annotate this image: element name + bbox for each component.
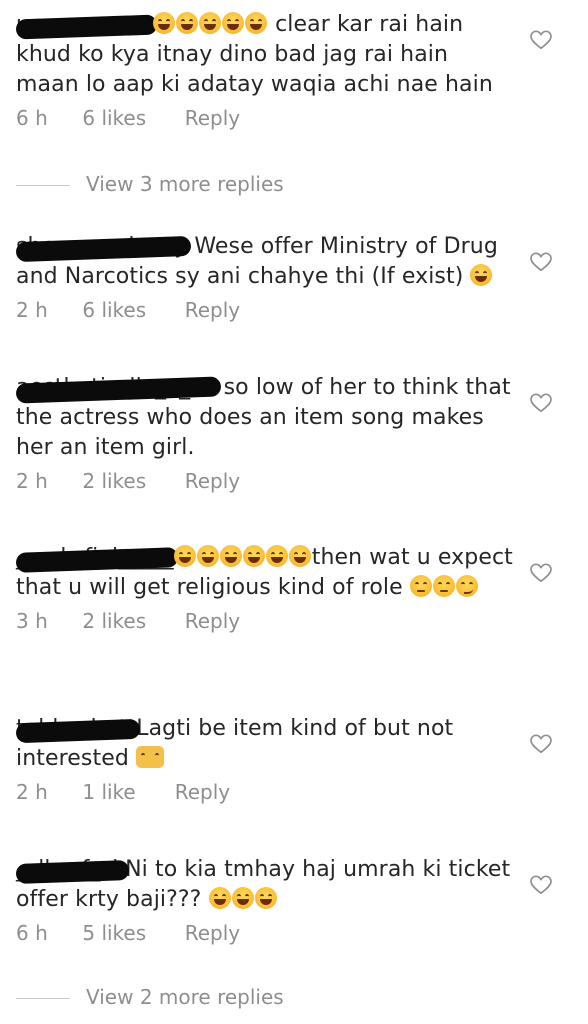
heart-outline-icon[interactable] — [530, 734, 552, 754]
comment: sheeren_cherry Wese offer Ministry of Dr… — [15, 232, 516, 328]
timestamp: 6 h — [16, 106, 48, 130]
redaction-scribble — [15, 718, 141, 744]
comment: __lbruf_zkNi to kia tmhay haj umrah ki t… — [15, 855, 516, 951]
comment-text: tabby_buttLagti be item kind of but not … — [15, 714, 516, 774]
comment: aesthetic_lly_x_xx so low of her to thin… — [15, 373, 516, 499]
timestamp: 3 h — [16, 609, 48, 633]
comment-meta: 2 h 2 likes Reply — [16, 469, 516, 499]
heart-outline-icon[interactable] — [530, 875, 552, 895]
laughing-emoji-icon — [208, 887, 278, 912]
reply-button[interactable]: Reply — [185, 298, 240, 322]
view-more-replies-label[interactable]: View 3 more replies — [86, 172, 284, 196]
likes-count[interactable]: 5 likes — [82, 921, 178, 945]
reply-button[interactable]: Reply — [185, 106, 240, 130]
comment: ____k_fiel_____then wat u expect that u … — [15, 543, 516, 639]
comment-text: ummo_nana clear kar rai hain khud ko kya… — [15, 10, 516, 100]
likes-count[interactable]: 2 likes — [82, 469, 178, 493]
comment-meta: 3 h 2 likes Reply — [16, 609, 516, 639]
comment: tabby_buttLagti be item kind of but not … — [15, 714, 516, 810]
comment-meta: 6 h 5 likes Reply — [16, 921, 516, 951]
reply-button[interactable]: Reply — [175, 780, 230, 804]
comment-text: __lbruf_zkNi to kia tmhay haj umrah ki t… — [15, 855, 516, 915]
comment-meta: 2 h 6 likes Reply — [16, 298, 516, 328]
comment-text: aesthetic_lly_x_xx so low of her to thin… — [15, 373, 516, 463]
likes-count[interactable]: 2 likes — [82, 609, 178, 633]
redaction-scribble — [15, 547, 179, 573]
heart-outline-icon[interactable] — [530, 563, 552, 583]
smirk-emoji-icon — [455, 575, 478, 597]
laughing-emoji-icon — [470, 264, 493, 286]
timestamp: 6 h — [16, 921, 48, 945]
timestamp: 2 h — [16, 780, 48, 804]
comment-text: ____k_fiel_____then wat u expect that u … — [15, 543, 516, 603]
username-redacted[interactable]: ____k_fiel_____ — [15, 543, 179, 573]
redaction-scribble — [15, 14, 158, 40]
likes-count[interactable]: 6 likes — [82, 106, 178, 130]
redaction-scribble — [15, 376, 221, 404]
laughing-emoji-icon — [173, 545, 312, 570]
username-redacted[interactable]: __lbruf_zk — [15, 855, 130, 885]
comment: ummo_nana clear kar rai hain khud ko kya… — [15, 10, 516, 136]
comment-text: sheeren_cherry Wese offer Ministry of Dr… — [15, 232, 516, 292]
eye-roll-emoji-icon — [409, 575, 456, 600]
heart-outline-icon[interactable] — [530, 30, 552, 50]
timestamp: 2 h — [16, 469, 48, 493]
username-redacted[interactable]: tabby_butt — [15, 714, 141, 744]
username-redacted[interactable]: sheeren_cherry — [15, 232, 192, 263]
heart-outline-icon[interactable] — [530, 252, 552, 272]
username-redacted[interactable]: aesthetic_lly_x_xx — [15, 373, 221, 404]
reply-button[interactable]: Reply — [185, 921, 240, 945]
view-more-replies-label[interactable]: View 2 more replies — [86, 985, 284, 1009]
reply-button[interactable]: Reply — [185, 609, 240, 633]
raising-hands-emoji-icon — [136, 746, 164, 768]
timestamp: 2 h — [16, 298, 48, 322]
divider-line — [16, 998, 70, 999]
heart-outline-icon[interactable] — [530, 393, 552, 413]
likes-count[interactable]: 6 likes — [82, 298, 178, 322]
laughing-emoji-icon — [153, 12, 268, 37]
divider-line — [16, 185, 70, 186]
likes-count[interactable]: 1 like — [82, 780, 168, 804]
view-more-replies[interactable]: View 3 more replies — [16, 172, 284, 196]
redaction-scribble — [15, 860, 130, 884]
view-more-replies[interactable]: View 2 more replies — [16, 985, 284, 1009]
username-redacted[interactable]: ummo_nana — [15, 10, 158, 40]
comment-meta: 6 h 6 likes Reply — [16, 106, 516, 136]
redaction-scribble — [15, 235, 192, 263]
comment-meta: 2 h 1 like Reply — [16, 780, 516, 810]
reply-button[interactable]: Reply — [185, 469, 240, 493]
